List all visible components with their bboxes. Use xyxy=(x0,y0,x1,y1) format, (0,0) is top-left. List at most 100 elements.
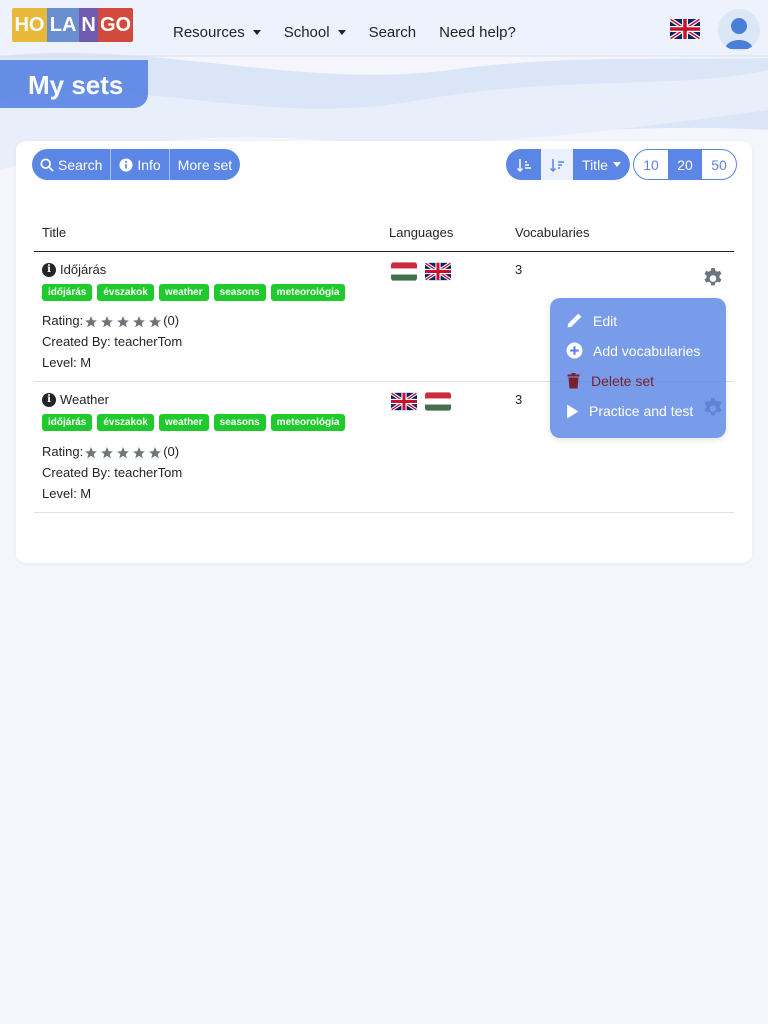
tag[interactable]: évszakok xyxy=(97,284,154,301)
page-size-50[interactable]: 50 xyxy=(702,150,736,179)
uk-flag-icon[interactable] xyxy=(670,18,700,40)
star-icon xyxy=(101,315,114,327)
logo-part-2: LA xyxy=(46,8,80,42)
sort-field-dropdown[interactable]: Title xyxy=(573,149,630,180)
uk-flag-icon xyxy=(425,262,451,281)
tag[interactable]: meteorológia xyxy=(270,284,346,301)
level: Level: M xyxy=(42,486,92,501)
menu-item-add-vocabularies-label: Add vocabularies xyxy=(593,342,701,359)
star-icon xyxy=(85,315,98,327)
rating: Rating: (0) xyxy=(42,313,179,329)
nav-need-help[interactable]: Need help? xyxy=(439,24,516,41)
menu-item-edit[interactable]: Edit xyxy=(566,312,617,329)
tag[interactable]: seasons xyxy=(213,414,266,431)
info-icon[interactable]: i xyxy=(42,392,56,407)
header-languages[interactable]: Languages xyxy=(389,225,453,240)
action-button-group: Search Info More set xyxy=(32,149,241,180)
sort-ascending-icon xyxy=(516,158,531,172)
caret-down-icon xyxy=(252,30,261,35)
menu-item-edit-label: Edit xyxy=(593,312,618,329)
sort-ascending-button[interactable] xyxy=(506,149,541,180)
hu-flag-icon xyxy=(425,392,451,411)
page-size-group: 10 20 50 xyxy=(633,149,737,180)
tag[interactable]: időjárás xyxy=(42,414,93,431)
info-button[interactable]: Info xyxy=(111,149,170,180)
vocabulary-count: 3 xyxy=(515,262,523,277)
page-title-box: My sets xyxy=(0,60,148,108)
tag[interactable]: seasons xyxy=(213,284,266,301)
rating-stars[interactable] xyxy=(83,315,163,329)
more-set-button-label: More set xyxy=(177,156,233,173)
rating-label: Rating: xyxy=(42,444,84,459)
page-size-10[interactable]: 10 xyxy=(634,150,668,179)
info-button-label: Info xyxy=(137,156,161,173)
rating-stars[interactable] xyxy=(83,446,163,460)
user-avatar[interactable] xyxy=(718,9,760,51)
created-by: Created By: teacherTom xyxy=(42,465,183,480)
set-name-label: Weather xyxy=(60,392,109,407)
sort-field-label: Title xyxy=(582,156,608,173)
caret-down-icon xyxy=(337,30,346,35)
created-by: Created By: teacherTom xyxy=(42,334,183,349)
nav-school[interactable]: School xyxy=(284,24,346,41)
sort-button-group: Title xyxy=(506,149,630,180)
tag[interactable]: időjárás xyxy=(42,284,93,301)
rating-count: (0) xyxy=(163,313,180,328)
pencil-icon xyxy=(567,313,582,328)
menu-item-delete-set-label: Delete set xyxy=(591,373,655,389)
menu-item-add-vocabularies[interactable]: Add vocabularies xyxy=(566,342,700,359)
star-icon xyxy=(85,446,98,458)
tag-list: időjárás évszakok weather seasons meteor… xyxy=(42,414,350,431)
hu-flag-icon xyxy=(391,262,417,281)
more-set-button[interactable]: More set xyxy=(170,149,240,180)
vocabulary-count: 3 xyxy=(515,392,523,407)
nav-search[interactable]: Search xyxy=(369,24,417,41)
rating-count: (0) xyxy=(163,444,180,459)
level: Level: M xyxy=(42,355,92,370)
info-icon xyxy=(119,157,133,172)
header-vocabularies[interactable]: Vocabularies xyxy=(515,225,589,240)
set-name-label: Időjárás xyxy=(60,262,107,277)
row-divider xyxy=(34,512,734,513)
user-icon xyxy=(725,18,753,49)
search-icon xyxy=(40,157,54,172)
set-actions-menu: Edit Add vocabularies Delete set Practic… xyxy=(550,298,726,438)
navbar: HO LA N GO Resources School Search Need … xyxy=(0,0,768,56)
play-icon xyxy=(567,404,579,418)
star-icon xyxy=(117,446,130,458)
trash-icon xyxy=(567,373,580,389)
rating-label: Rating: xyxy=(42,313,84,328)
set-name[interactable]: i Weather xyxy=(42,392,109,407)
tag[interactable]: weather xyxy=(158,284,209,301)
plus-circle-icon xyxy=(566,342,583,359)
nav-resources[interactable]: Resources xyxy=(173,24,261,41)
holango-logo[interactable]: HO LA N GO xyxy=(12,8,133,42)
nav-need-help-label: Need help? xyxy=(439,24,516,41)
tag-list: időjárás évszakok weather seasons meteor… xyxy=(42,284,350,301)
rating: Rating: (0) xyxy=(42,444,179,460)
tag[interactable]: weather xyxy=(158,414,209,431)
nav-search-label: Search xyxy=(368,24,417,41)
main-nav: Resources School Search Need help? xyxy=(173,24,539,41)
logo-part-3: N xyxy=(79,8,99,42)
logo-part-4: GO xyxy=(98,8,133,42)
star-icon xyxy=(149,315,162,327)
page-title: My sets xyxy=(28,70,124,100)
tag[interactable]: évszakok xyxy=(97,414,154,431)
search-button[interactable]: Search xyxy=(32,149,112,180)
set-name[interactable]: i Időjárás xyxy=(42,262,106,277)
tag[interactable]: meteorológia xyxy=(270,414,346,431)
sort-descending-button[interactable] xyxy=(541,149,573,180)
menu-item-practice-and-test-label: Practice and test xyxy=(589,403,694,419)
info-icon[interactable]: i xyxy=(42,262,56,277)
uk-flag-icon xyxy=(391,392,417,411)
menu-item-delete-set[interactable]: Delete set xyxy=(566,373,654,389)
menu-item-practice-and-test[interactable]: Practice and test xyxy=(566,403,693,419)
nav-resources-label: Resources xyxy=(173,24,245,41)
star-icon xyxy=(117,315,130,327)
star-icon xyxy=(149,446,162,458)
header-title[interactable]: Title xyxy=(42,225,66,240)
star-icon xyxy=(101,446,114,458)
page-size-20[interactable]: 20 xyxy=(668,150,702,179)
gear-icon[interactable] xyxy=(701,266,725,290)
